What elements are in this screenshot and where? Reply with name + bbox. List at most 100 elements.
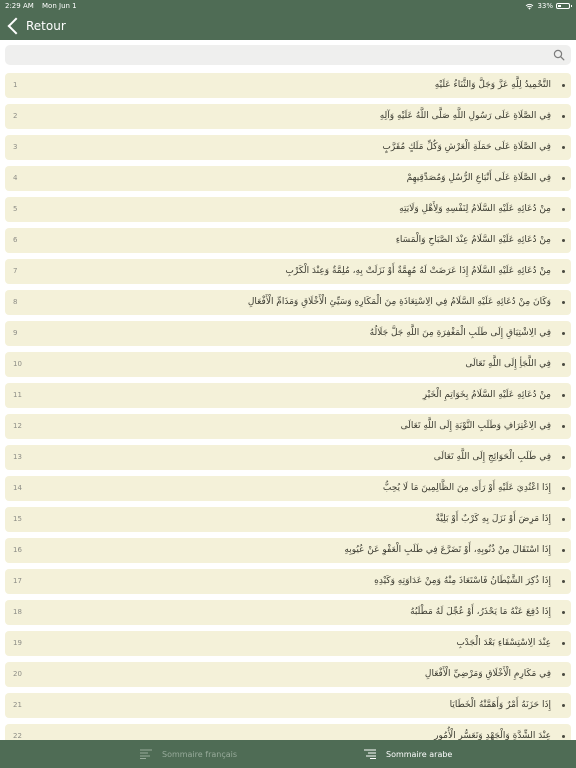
tab-sommaire-francais[interactable]: Sommaire français [140,740,237,768]
list-item[interactable]: 20 فِي مَكَارِمِ الْأَخْلَاقِ وَمَرْضِيِّ… [5,662,571,687]
bullet-icon [562,456,565,459]
item-title: مِنْ دُعَائِهِ عَلَيْهِ السَّلَامُ بِخَو… [422,390,551,400]
list-icon [364,749,376,759]
item-number: 12 [13,422,22,430]
list-item[interactable]: 9 فِي الِاشْتِيَاقِ إِلَى طَلَبِ الْمَغْف… [5,321,571,346]
back-label: Retour [26,19,66,33]
item-title: التَّحْمِيدُ لِلَّهِ عَزَّ وَجَلَّ وَالث… [434,80,551,90]
item-title: إِذَا اسْتَقَالَ مِنْ ذُنُوبِهِ، أَوْ تَ… [344,545,551,555]
back-button[interactable]: Retour [6,16,66,36]
status-left: 2:29 AM Mon Jun 1 [5,0,83,12]
bullet-icon [562,549,565,552]
bullet-icon [562,735,565,738]
item-title: وَكَانَ مِنْ دُعَائِهِ عَلَيْهِ السَّلَا… [247,297,551,307]
item-number: 18 [13,608,22,616]
list-item[interactable]: 16 إِذَا اسْتَقَالَ مِنْ ذُنُوبِهِ، أَوْ … [5,538,571,563]
supplication-list: 1 التَّحْمِيدُ لِلَّهِ عَزَّ وَجَلَّ وَال… [5,73,571,740]
list-item[interactable]: 14 إِذَا اعْتُدِيَ عَلَيْهِ أَوْ رَأَى مِ… [5,476,571,501]
item-number: 20 [13,670,22,678]
list-item[interactable]: 19 عِنْدَ الِاسْتِسْقَاءِ بَعْدَ الْجَدْب… [5,631,571,656]
item-title: فِي الصَّلَاةِ عَلَى رَسُولِ اللَّهِ صَل… [379,111,551,121]
item-title: فِي الِاعْتِرَافِ وَطَلَبِ التَّوْبَةِ إ… [400,421,551,431]
item-title: فِي اللَّجَأِ إِلَى اللَّهِ تَعَالَى [465,359,551,369]
status-bar: 2:29 AM Mon Jun 1 33% [0,0,576,12]
item-number: 7 [13,267,18,275]
item-number: 5 [13,205,18,213]
list-item[interactable]: 2 فِي الصَّلَاةِ عَلَى رَسُولِ اللَّهِ صَ… [5,104,571,129]
bullet-icon [562,301,565,304]
list-item[interactable]: 17 إِذَا ذُكِرَ الشَّيْطَانُ فَاسْتَعَاذَ… [5,569,571,594]
bullet-icon [562,425,565,428]
item-number: 10 [13,360,22,368]
item-title: فِي الِاشْتِيَاقِ إِلَى طَلَبِ الْمَغْفِ… [369,328,551,338]
search-bar [5,45,571,68]
tab-sommaire-arabe[interactable]: Sommaire arabe [364,740,452,768]
search-input[interactable] [5,48,571,68]
item-number: 14 [13,484,22,492]
bullet-icon [562,487,565,490]
list-item[interactable]: 18 إِذَا دُفِعَ عَنْهُ مَا يَحْذَرُ، أَوْ… [5,600,571,625]
tab-label: Sommaire français [162,749,238,759]
list-item[interactable]: 15 إِذَا مَرِضَ أَوْ نَزَلَ بِهِ كَرْبٌ أ… [5,507,571,532]
app-screen: 2:29 AM Mon Jun 1 33% Retour 1 التَّحْمِ… [0,0,576,768]
bullet-icon [562,239,565,242]
search-icon[interactable] [553,49,565,61]
bullet-icon [562,518,565,521]
item-number: 11 [13,391,22,399]
item-number: 9 [13,329,18,337]
status-right: 33% [525,0,572,12]
list-item[interactable]: 7 مِنْ دُعَائِهِ عَلَيْهِ السَّلَامُ إِذَ… [5,259,571,284]
list-item[interactable]: 6 مِنْ دُعَائِهِ عَلَيْهِ السَّلَامُ عِنْ… [5,228,571,253]
bullet-icon [562,704,565,707]
list-item[interactable]: 5 مِنْ دُعَائِهِ عَلَيْهِ السَّلَامُ لِنَ… [5,197,571,222]
item-title: مِنْ دُعَائِهِ عَلَيْهِ السَّلَامُ لِنَف… [399,204,551,214]
item-title: فِي الصَّلَاةِ عَلَى حَمَلَةِ الْعَرْشِ … [382,142,551,152]
item-number: 13 [13,453,22,461]
bullet-icon [562,270,565,273]
bullet-icon [562,673,565,676]
tab-bar: Sommaire français Sommaire arabe [0,740,576,768]
item-title: إِذَا دُفِعَ عَنْهُ مَا يَحْذَرُ، أَوْ ع… [410,607,551,617]
bullet-icon [562,611,565,614]
bullet-icon [562,363,565,366]
list-item[interactable]: 12 فِي الِاعْتِرَافِ وَطَلَبِ التَّوْبَةِ… [5,414,571,439]
item-title: إِذَا ذُكِرَ الشَّيْطَانُ فَاسْتَعَاذَ م… [374,576,551,586]
item-number: 3 [13,143,18,151]
list-item[interactable]: 10 فِي اللَّجَأِ إِلَى اللَّهِ تَعَالَى [5,352,571,377]
list-item[interactable]: 3 فِي الصَّلَاةِ عَلَى حَمَلَةِ الْعَرْشِ… [5,135,571,160]
bullet-icon [562,394,565,397]
item-title: عِنْدَ الِاسْتِسْقَاءِ بَعْدَ الْجَدْبِ [456,638,551,648]
item-title: مِنْ دُعَائِهِ عَلَيْهِ السَّلَامُ عِنْد… [395,235,551,245]
bullet-icon [562,580,565,583]
bullet-icon [562,115,565,118]
battery-level [558,5,561,7]
status-time: 2:29 AM [5,2,34,10]
list-item[interactable]: 8 وَكَانَ مِنْ دُعَائِهِ عَلَيْهِ السَّلَ… [5,290,571,315]
item-number: 22 [13,732,22,740]
bullet-icon [562,642,565,645]
list-item[interactable]: 21 إِذَا حَزَنَهُ أَمْرٌ وَأَهَمَّتْهُ ال… [5,693,571,718]
list-item[interactable]: 11 مِنْ دُعَائِهِ عَلَيْهِ السَّلَامُ بِخ… [5,383,571,408]
bullet-icon [562,332,565,335]
list-item[interactable]: 4 فِي الصَّلَاةِ عَلَى أَتْبَاعِ الرُّسُل… [5,166,571,191]
list-item[interactable]: 1 التَّحْمِيدُ لِلَّهِ عَزَّ وَجَلَّ وَال… [5,73,571,98]
item-number: 6 [13,236,18,244]
item-number: 4 [13,174,18,182]
status-date: Mon Jun 1 [42,2,77,10]
item-number: 1 [13,81,18,89]
item-number: 2 [13,112,18,120]
item-number: 19 [13,639,22,647]
item-number: 17 [13,577,22,585]
battery-percentage: 33% [537,2,553,10]
item-title: مِنْ دُعَائِهِ عَلَيْهِ السَّلَامُ إِذَا… [285,266,551,276]
list-item[interactable]: 13 فِي طَلَبِ الْحَوَائِجِ إِلَى اللَّهِ … [5,445,571,470]
item-title: فِي مَكَارِمِ الْأَخْلَاقِ وَمَرْضِيِّ ا… [424,669,551,679]
list-item[interactable]: 22 عِنْدَ الشِّدَّةِ وَالْجَهْدِ وَتَعَسُ… [5,724,571,740]
item-title: عِنْدَ الشِّدَّةِ وَالْجَهْدِ وَتَعَسُّر… [434,731,551,740]
list-icon [140,749,152,759]
bullet-icon [562,208,565,211]
bullet-icon [562,84,565,87]
wifi-icon [526,3,534,10]
battery-icon [556,3,572,9]
item-title: إِذَا حَزَنَهُ أَمْرٌ وَأَهَمَّتْهُ الْخ… [449,700,551,710]
